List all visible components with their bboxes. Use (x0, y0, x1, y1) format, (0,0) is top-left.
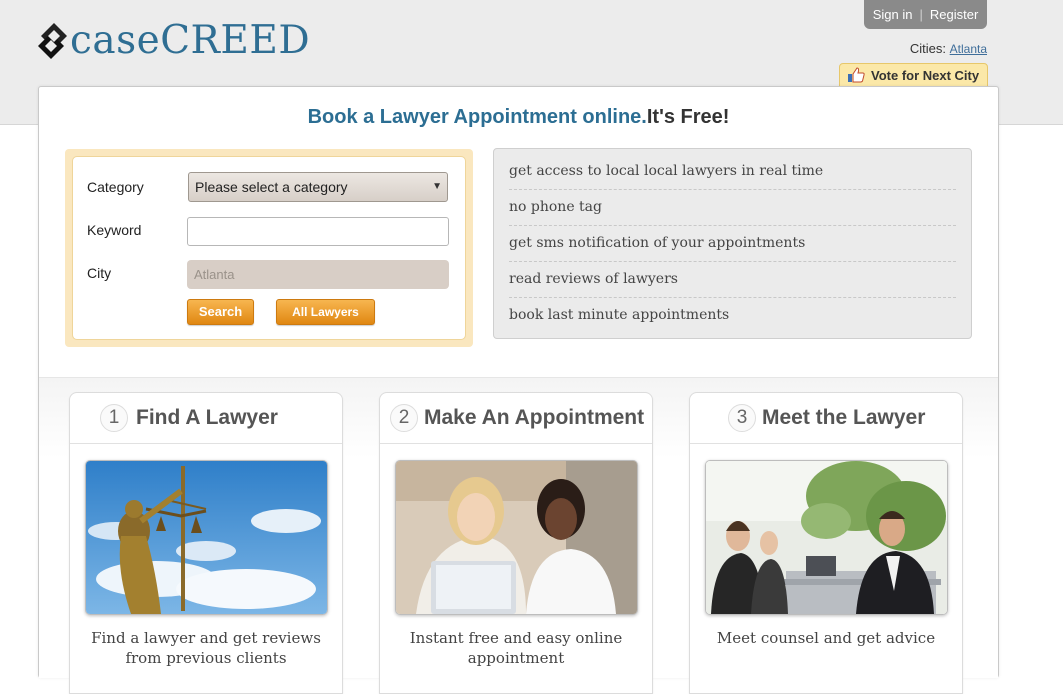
step-meet-lawyer: 3 Meet the Lawyer Meet counsel and get a… (689, 392, 963, 694)
headline-free: It's Free! (646, 106, 730, 128)
main-card: Book a Lawyer Appointment online.It's Fr… (38, 86, 999, 694)
keyword-label: Keyword (87, 222, 142, 238)
search-form-frame: Category Please select a category ▼ Keyw… (65, 149, 473, 347)
step-caption: Find a lawyer and get reviews from previ… (91, 629, 321, 667)
city-selector: Cities: Atlanta (910, 41, 987, 56)
register-link[interactable]: Register (930, 7, 978, 22)
step-caption: Meet counsel and get advice (716, 629, 936, 647)
step-number-badge: 3 (728, 404, 756, 432)
step-header: 1 Find A Lawyer (70, 393, 342, 444)
keyword-input[interactable] (187, 217, 449, 246)
step-find-lawyer: 1 Find A Lawyer Find a lawyer and get re… (69, 392, 343, 694)
category-select[interactable]: Please select a category ▼ (188, 172, 448, 202)
step-caption: Instant free and easy online appointment (409, 629, 623, 667)
appointment-image (395, 460, 638, 615)
all-lawyers-button[interactable]: All Lawyers (276, 299, 375, 325)
vote-label: Vote for Next City (871, 67, 980, 83)
site-logo[interactable]: caseCREED (37, 18, 310, 64)
city-label: City (87, 265, 112, 281)
cities-label: Cities: (909, 41, 947, 56)
category-selected-value: Please select a category (195, 179, 348, 195)
benefit-item: book last minute appointments (509, 307, 730, 323)
category-label: Category (87, 179, 144, 195)
step-title: Find A Lawyer (136, 406, 278, 429)
lady-justice-image (85, 460, 328, 615)
logo-text: caseCREED (70, 18, 311, 63)
page-headline: Book a Lawyer Appointment online.It's Fr… (39, 106, 998, 129)
vote-next-city-button[interactable]: Vote for Next City (839, 63, 988, 87)
step-title: Meet the Lawyer (762, 406, 926, 429)
search-button[interactable]: Search (187, 299, 254, 325)
search-form: Category Please select a category ▼ Keyw… (72, 156, 466, 340)
thumbs-up-icon (848, 67, 865, 83)
step-header: 3 Meet the Lawyer (690, 393, 962, 444)
benefit-item: no phone tag (509, 189, 956, 226)
step-make-appointment: 2 Make An Appointment Instant free and e… (379, 392, 653, 694)
arrow-c-logo-icon (38, 23, 67, 59)
meeting-image (705, 460, 948, 615)
step-header: 2 Make An Appointment (380, 393, 652, 444)
city-input[interactable]: Atlanta (187, 260, 449, 289)
benefit-item: get sms notification of your appointment… (509, 225, 956, 262)
benefit-item: get access to local local lawyers in rea… (509, 153, 956, 190)
headline-main: Book a Lawyer Appointment online. (307, 106, 647, 128)
auth-bar: Sign in | Register (864, 0, 987, 29)
benefits-list: get access to local local lawyers in rea… (493, 148, 972, 339)
benefit-item: read reviews of lawyers (509, 261, 956, 298)
step-number-badge: 2 (390, 404, 418, 432)
current-city-link[interactable]: Atlanta (950, 42, 987, 56)
auth-separator: | (919, 7, 923, 22)
sign-in-link[interactable]: Sign in (873, 7, 913, 22)
step-number-badge: 1 (100, 404, 128, 432)
dropdown-arrow-icon: ▼ (432, 181, 442, 192)
step-title: Make An Appointment (424, 406, 645, 429)
